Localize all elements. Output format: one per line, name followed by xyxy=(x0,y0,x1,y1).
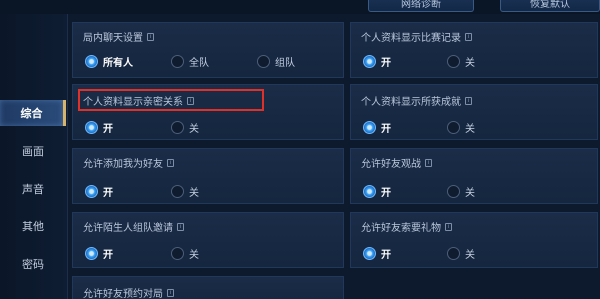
stranger-invite-on[interactable]: 开 xyxy=(85,245,171,261)
setting-title: 局内聊天设置 xyxy=(83,33,143,44)
radio-selected-icon xyxy=(85,120,98,134)
sidebar-item-other[interactable]: 其他 xyxy=(0,213,66,239)
sidebar-item-general[interactable]: 综合 xyxy=(0,100,66,126)
network-diagnose-button[interactable]: 网络诊断 xyxy=(368,0,474,12)
setting-title: 允许好友观战 xyxy=(361,159,421,170)
setting-title: 允许添加我为好友 xyxy=(83,159,163,170)
sidebar-item-graphics[interactable]: 画面 xyxy=(0,138,66,164)
setting-chat: 局内聊天设置 i 所有人 全队 组队 xyxy=(72,22,344,78)
radio-icon xyxy=(171,54,184,68)
radio-icon xyxy=(447,54,460,68)
sidebar-item-sound[interactable]: 声音 xyxy=(0,176,66,202)
chat-option-party[interactable]: 组队 xyxy=(257,53,327,69)
sidebar-item-password[interactable]: 密码 xyxy=(0,251,66,277)
add-friend-on[interactable]: 开 xyxy=(85,183,171,199)
setting-title: 允许好友索要礼物 xyxy=(361,223,441,234)
setting-achievements: 个人资料显示所获成就 i 开 关 xyxy=(350,84,598,140)
info-icon[interactable]: i xyxy=(187,96,194,105)
info-icon[interactable]: i xyxy=(167,288,174,297)
info-icon[interactable]: i xyxy=(445,222,452,231)
radio-icon xyxy=(171,184,184,198)
setting-stranger-invite: 允许陌生人组队邀请 i 开 关 xyxy=(72,212,344,268)
info-icon[interactable]: i xyxy=(425,158,432,167)
radio-icon xyxy=(447,246,460,260)
settings-panel: 局内聊天设置 i 所有人 全队 组队 个人资料显示比赛记录 i 开 关 个人资料显示… xyxy=(70,14,600,299)
radio-selected-icon xyxy=(363,246,376,260)
setting-title: 允许陌生人组队邀请 xyxy=(83,223,173,234)
achievements-on[interactable]: 开 xyxy=(363,119,447,135)
intimacy-on[interactable]: 开 xyxy=(85,119,171,135)
radio-icon xyxy=(257,54,270,68)
stranger-invite-off[interactable]: 关 xyxy=(171,245,199,261)
match-record-on[interactable]: 开 xyxy=(363,53,447,69)
achievements-off[interactable]: 关 xyxy=(447,119,475,135)
chat-option-all[interactable]: 所有人 xyxy=(85,53,171,69)
add-friend-off[interactable]: 关 xyxy=(171,183,199,199)
setting-intimacy: 个人资料显示亲密关系 i 开 关 xyxy=(72,84,344,140)
gift-request-off[interactable]: 关 xyxy=(447,245,475,261)
info-icon[interactable]: i xyxy=(465,96,472,105)
setting-gift-request: 允许好友索要礼物 i 开 关 xyxy=(350,212,598,268)
info-icon[interactable]: i xyxy=(177,222,184,231)
radio-icon xyxy=(447,120,460,134)
radio-icon xyxy=(447,184,460,198)
match-record-off[interactable]: 关 xyxy=(447,53,475,69)
radio-selected-icon xyxy=(363,54,376,68)
info-icon[interactable]: i xyxy=(147,32,154,41)
setting-title: 个人资料显示亲密关系 xyxy=(83,97,183,108)
setting-title: 允许好友预约对局 xyxy=(83,289,163,299)
spectate-off[interactable]: 关 xyxy=(447,183,475,199)
radio-selected-icon xyxy=(85,246,98,260)
setting-add-friend: 允许添加我为好友 i 开 关 xyxy=(72,148,344,204)
radio-icon xyxy=(171,120,184,134)
radio-selected-icon xyxy=(85,54,98,68)
spectate-on[interactable]: 开 xyxy=(363,183,447,199)
setting-title: 个人资料显示所获成就 xyxy=(361,97,461,108)
sidebar: 综合 画面 声音 其他 密码 xyxy=(0,14,68,299)
top-bar: 网络诊断 恢复默认 xyxy=(0,0,600,14)
setting-match-record: 个人资料显示比赛记录 i 开 关 xyxy=(350,22,598,78)
info-icon[interactable]: i xyxy=(465,32,472,41)
radio-selected-icon xyxy=(363,184,376,198)
info-icon[interactable]: i xyxy=(167,158,174,167)
restore-default-button[interactable]: 恢复默认 xyxy=(500,0,600,12)
intimacy-off[interactable]: 关 xyxy=(171,119,199,135)
setting-reservation: 允许好友预约对局 i xyxy=(72,276,344,299)
radio-selected-icon xyxy=(85,184,98,198)
radio-selected-icon xyxy=(363,120,376,134)
setting-title: 个人资料显示比赛记录 xyxy=(361,33,461,44)
setting-spectate: 允许好友观战 i 开 关 xyxy=(350,148,598,204)
radio-icon xyxy=(171,246,184,260)
gift-request-on[interactable]: 开 xyxy=(363,245,447,261)
chat-option-team[interactable]: 全队 xyxy=(171,53,257,69)
